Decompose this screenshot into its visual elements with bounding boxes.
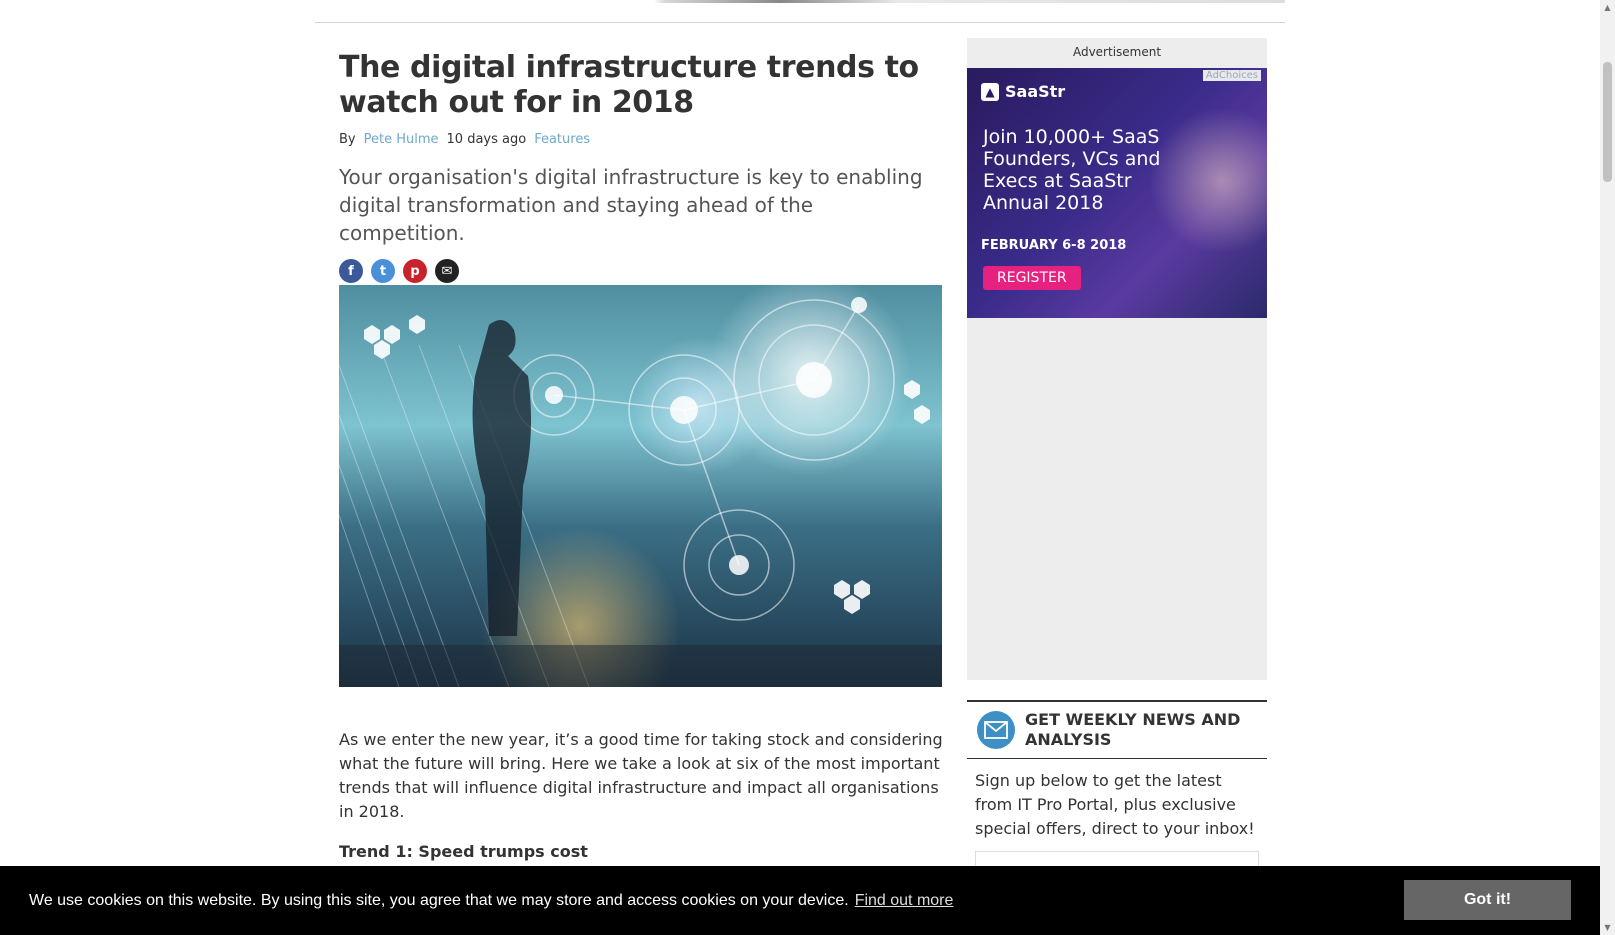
newsletter-header: GET WEEKLY NEWS AND ANALYSIS xyxy=(967,702,1267,759)
envelope-icon xyxy=(977,711,1015,749)
twitter-icon[interactable]: t xyxy=(371,259,395,283)
cookie-banner: We use cookies on this website. By using… xyxy=(0,866,1600,935)
cookie-accept-button[interactable]: Got it! xyxy=(1404,880,1571,920)
pinterest-icon[interactable]: p xyxy=(403,259,427,283)
publish-time: 10 days ago xyxy=(446,132,527,147)
category-link[interactable]: Features xyxy=(534,132,590,147)
header-divider xyxy=(315,22,1285,23)
ad-banner[interactable]: AdChoices ▲ SaaStr Join 10,000+ SaaS Fou… xyxy=(967,68,1267,318)
share-bar: f t p ✉ xyxy=(339,259,942,283)
scroll-down-icon[interactable]: ▼ xyxy=(1603,923,1612,932)
ad-headline: Join 10,000+ SaaS Founders, VCs and Exec… xyxy=(983,126,1161,214)
ad-brand-name: SaaStr xyxy=(1005,82,1066,101)
trend-heading: Trend 1: Speed trumps cost xyxy=(339,842,588,861)
facebook-icon[interactable]: f xyxy=(339,259,363,283)
ad-date: FEBRUARY 6-8 2018 xyxy=(981,238,1127,253)
article-intro: As we enter the new year, it’s a good ti… xyxy=(339,730,943,821)
author-link[interactable]: Pete Hulme xyxy=(364,132,439,147)
ad-brand: ▲ SaaStr xyxy=(981,82,1065,101)
article-title: The digital infrastructure trends to wat… xyxy=(339,50,919,120)
cookie-find-out-more-link[interactable]: Find out more xyxy=(855,892,954,910)
email-icon[interactable]: ✉ xyxy=(435,259,459,283)
page-scrollbar[interactable]: ▲ ▼ xyxy=(1600,0,1615,935)
newsletter-title: GET WEEKLY NEWS AND ANALYSIS xyxy=(1025,710,1241,749)
cookie-text: We use cookies on this website. By using… xyxy=(29,891,849,909)
article-body: As we enter the new year, it’s a good ti… xyxy=(339,728,944,864)
article-header: The digital infrastructure trends to wat… xyxy=(339,50,942,283)
newsletter-email-input[interactable] xyxy=(975,851,1259,866)
byline: By Pete Hulme 10 days ago Features xyxy=(339,132,942,147)
adchoices-icon[interactable]: AdChoices xyxy=(1202,70,1261,81)
ad-register-button[interactable]: REGISTER xyxy=(983,266,1081,290)
byline-prefix: By xyxy=(339,132,356,147)
advertisement-slot: Advertisement AdChoices ▲ SaaStr Join 10… xyxy=(967,38,1267,680)
saastr-logo-icon: ▲ xyxy=(981,82,999,101)
scroll-up-icon[interactable]: ▲ xyxy=(1603,3,1612,12)
hero-image xyxy=(339,285,942,687)
newsletter-signup: GET WEEKLY NEWS AND ANALYSIS Sign up bel… xyxy=(967,700,1267,866)
top-banner-strip xyxy=(315,0,1285,3)
article-strap: Your organisation's digital infrastructu… xyxy=(339,165,923,245)
ad-label: Advertisement xyxy=(1072,45,1162,59)
newsletter-text: Sign up below to get the latest from IT … xyxy=(975,771,1255,838)
scroll-thumb[interactable] xyxy=(1603,62,1612,182)
hero-illustration xyxy=(339,297,942,687)
